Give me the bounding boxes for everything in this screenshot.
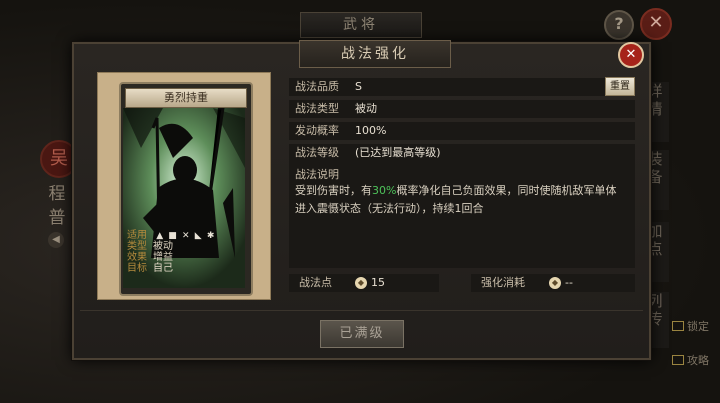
- quality-row: 战法品质 S 重置: [289, 77, 635, 96]
- card-stat-type: 类型 被动: [127, 241, 173, 252]
- description-title: 战法说明: [295, 168, 339, 181]
- probability-row: 发动概率 100%: [289, 122, 635, 140]
- sound-icon[interactable]: ◀: [48, 232, 64, 248]
- hero-name: 程普: [48, 184, 66, 228]
- card-stats: 适用 ▲ ■ ✕ ◣ ✱ 类型 被动 效果 增益 目标 自己: [123, 230, 245, 274]
- card-stat-effect: 效果 增益: [127, 252, 173, 263]
- dialog-title: 战法强化: [299, 40, 451, 68]
- type-row: 战法类型 被动: [289, 100, 635, 118]
- description-box: 战法说明 受到伤害时，有30%概率净化自己负面效果，同时使随机敌军单体进入震慑状…: [289, 162, 635, 268]
- bow-icon: ✕: [182, 231, 190, 241]
- skill-points-row: 战法点 ◆ 15: [289, 274, 439, 292]
- card-title: 勇烈持重: [125, 88, 247, 108]
- divider: [80, 310, 643, 311]
- card-stat-applicable: 适用 ▲ ■ ✕ ◣ ✱: [127, 230, 215, 241]
- maxed-button[interactable]: 已满级: [320, 320, 404, 348]
- cost-icon: ◆: [549, 277, 561, 289]
- level-row: 战法等级 (已达到最高等级): [289, 144, 635, 162]
- lock-link[interactable]: 锁定: [672, 318, 709, 334]
- skill-card: 勇烈持重 适用 ▲ ■ ✕ ◣ ✱ 类型 被动 效果 增益 目标 自己: [119, 82, 253, 296]
- siege-icon: ✱: [206, 231, 215, 241]
- help-icon[interactable]: ?: [604, 10, 634, 40]
- dialog-close-button[interactable]: ✕: [618, 42, 644, 68]
- lock-icon: [672, 321, 684, 331]
- card-frame: 勇烈持重 适用 ▲ ■ ✕ ◣ ✱ 类型 被动 效果 增益 目标 自己: [97, 72, 271, 300]
- skill-upgrade-dialog: 战法强化 ✕ 勇烈持重 适用 ▲ ■ ✕ ◣ ✱ 类型 被动 效果 增益 目标 …: [72, 40, 651, 360]
- quality-value: S: [355, 80, 362, 93]
- skill-point-icon: ◆: [355, 277, 367, 289]
- card-stat-target: 目标 自己: [127, 263, 173, 274]
- guide-link[interactable]: 攻略: [672, 352, 709, 368]
- background-title: 武将: [300, 12, 422, 38]
- probability-highlight: 30%: [372, 184, 397, 197]
- upgrade-cost-row: 强化消耗 ◆ --: [471, 274, 635, 292]
- guide-icon: [672, 355, 684, 365]
- description-text: 受到伤害时，有30%概率净化自己负面效果，同时使随机敌军单体进入震慑状态（无法行…: [295, 184, 617, 215]
- background-close-icon[interactable]: ✕: [640, 8, 672, 40]
- spear-icon: ◣: [194, 231, 202, 241]
- reset-button[interactable]: 重置: [605, 77, 635, 96]
